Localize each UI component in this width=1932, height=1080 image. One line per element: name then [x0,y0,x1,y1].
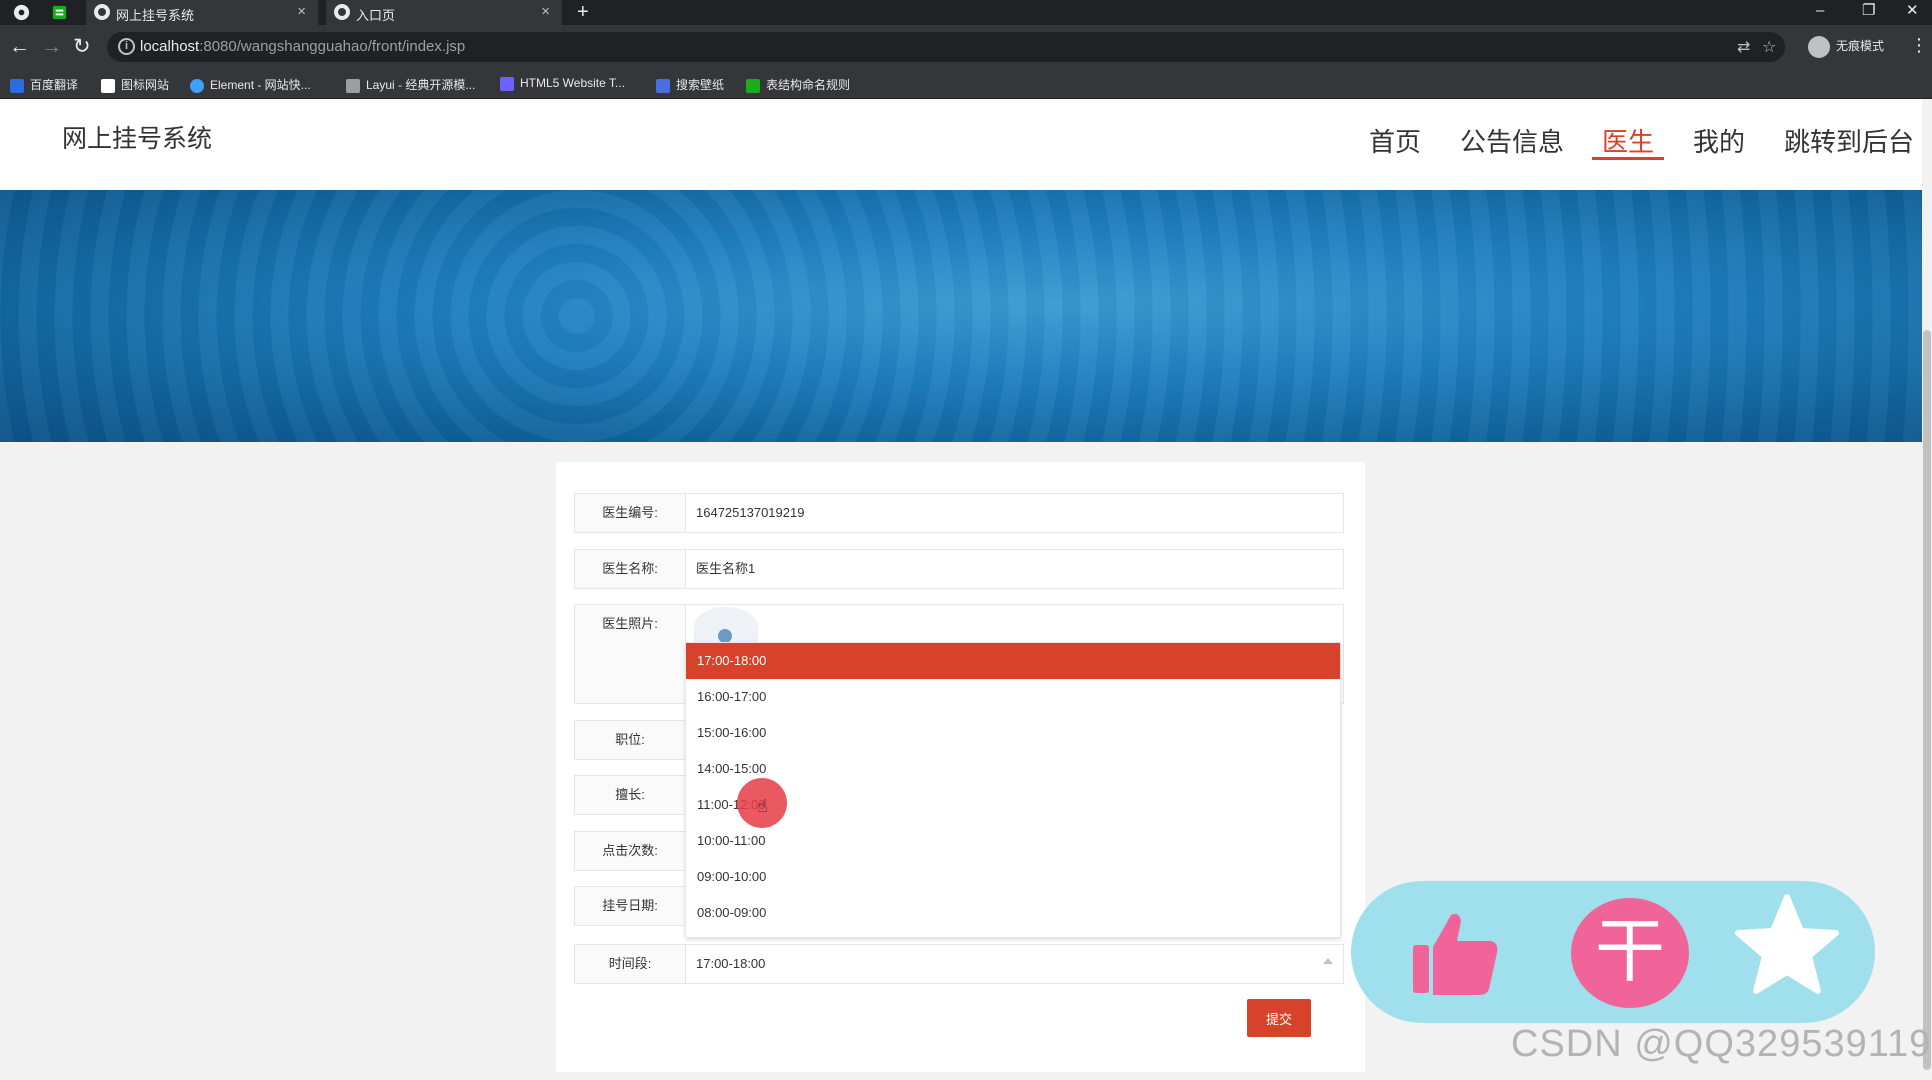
translate-icon [10,78,24,93]
back-arrow-icon[interactable]: ← [9,33,30,61]
sheet-icon[interactable] [50,3,69,22]
sheet-icon [746,78,760,93]
minimize-button[interactable]: – [1816,0,1824,22]
site-logo[interactable]: 网上挂号系统 [62,119,212,155]
nav-admin[interactable]: 跳转到后台 [1784,122,1914,159]
hero-banner [0,190,1922,442]
bookmark-star-icon[interactable]: ☆ [1762,37,1776,57]
action-widget: 干 [1351,881,1875,1023]
element-icon [190,78,204,93]
nav-mine[interactable]: 我的 [1693,122,1745,159]
bookmark-icon-site[interactable]: 图标网站 [101,76,169,94]
scrollbar-thumb[interactable] [1923,330,1931,1070]
bookmark-layui[interactable]: Layui - 经典开源模... [346,76,475,94]
dropdown-option[interactable]: 09:00-10:00 [686,859,1340,895]
bookmark-wallpaper[interactable]: 搜索壁纸 [656,76,724,94]
forward-arrow-icon[interactable]: → [41,33,62,61]
translate-icon[interactable]: ⇄ [1737,37,1750,57]
window-close-button[interactable]: ✕ [1906,0,1919,22]
tab-entry-page[interactable]: 入口页 × [326,0,562,25]
position-label: 职位: [574,720,686,760]
doctor-id-label: 医生编号: [574,493,686,533]
hand-cursor-icon: ☝ [757,796,768,816]
bookmark-element[interactable]: Element - 网站快... [190,76,311,94]
browser-menu-icon[interactable]: ⋮ [1910,35,1928,56]
dropdown-option[interactable]: 15:00-16:00 [686,715,1340,751]
incognito-indicator[interactable]: 无痕模式 [1808,36,1884,58]
tab-label: 入口页 [356,8,396,23]
address-bar-row: ← → ↻ i localhost:8080/wangshangguahao/f… [0,25,1932,70]
submit-button[interactable]: 提交 [1247,999,1311,1037]
dropdown-option[interactable]: 10:00-11:00 [686,823,1340,859]
globe-icon [334,4,350,20]
globe-icon [94,4,110,20]
arrow-up-line-icon: 干 [1595,912,1665,990]
dropdown-option[interactable]: 14:00-15:00 [686,751,1340,787]
url-text[interactable]: localhost:8080/wangshangguahao/front/ind… [140,38,465,55]
dropdown-option[interactable]: 08:00-09:00 [686,895,1340,931]
bookmarks-bar: 百度翻译 图标网站 Element - 网站快... Layui - 经典开源模… [0,70,1932,99]
doctor-photo[interactable] [694,607,758,647]
flag-icon [101,78,115,93]
doctor-id-field[interactable]: 164725137019219 [685,493,1344,533]
top-button[interactable]: 干 [1571,898,1689,1008]
form-row-doctor-id: 医生编号: 164725137019219 [574,493,1344,533]
reload-icon[interactable]: ↻ [73,33,91,61]
tab-registration-system[interactable]: 网上挂号系统 × [86,0,318,25]
timeslot-select[interactable]: 17:00-18:00 [685,944,1344,984]
doctor-name-label: 医生名称: [574,549,686,589]
url-bar[interactable]: i localhost:8080/wangshangguahao/front/i… [107,32,1785,62]
date-label: 挂号日期: [574,886,686,926]
restore-button[interactable]: ❐ [1862,0,1875,22]
layui-icon [346,78,360,93]
thumbs-up-icon[interactable] [1411,909,1501,999]
bookmark-naming-rules[interactable]: 表结构命名规则 [746,76,850,94]
doctor-photo-label: 医生照片: [574,604,686,704]
tab-close-icon[interactable]: × [297,3,306,20]
site-header: 网上挂号系统 首页 公告信息 医生 我的 跳转到后台 [0,99,1922,190]
clicks-label: 点击次数: [574,831,686,871]
wallpaper-icon [656,78,670,93]
dropdown-option[interactable]: 17:00-18:00 [686,643,1340,679]
csdn-watermark: CSDN @QQ3295391197 [1511,1023,1932,1065]
html5-icon [500,76,514,91]
browser-tab-bar: 网上挂号系统 × 入口页 × + – ❐ ✕ [0,0,1932,25]
specialty-label: 擅长: [574,775,686,815]
bookmark-baidu-translate[interactable]: 百度翻译 [10,76,78,94]
timeslot-value: 17:00-18:00 [696,956,766,971]
tab-close-icon[interactable]: × [541,3,550,20]
click-indicator: ☝ [737,778,787,828]
incognito-icon [1808,36,1830,58]
timeslot-label: 时间段: [574,944,686,984]
nav-home[interactable]: 首页 [1369,122,1421,159]
nav-doctor[interactable]: 医生 [1591,122,1665,160]
nav-announcements[interactable]: 公告信息 [1460,122,1564,159]
bookmark-html5-templates[interactable]: HTML5 Website T... [500,76,625,94]
site-info-icon[interactable]: i [118,38,135,55]
dropdown-option[interactable]: 16:00-17:00 [686,679,1340,715]
new-tab-button[interactable]: + [577,0,589,25]
browser-logo-icon [13,4,30,21]
tab-label: 网上挂号系统 [116,8,195,23]
chevron-up-icon [1323,958,1333,964]
form-row-timeslot: 时间段: 17:00-18:00 [574,944,1344,984]
star-icon[interactable] [1732,891,1842,1001]
page-scrollbar[interactable] [1922,190,1932,1080]
doctor-name-field[interactable]: 医生名称1 [685,549,1344,589]
form-row-doctor-name: 医生名称: 医生名称1 [574,549,1344,589]
